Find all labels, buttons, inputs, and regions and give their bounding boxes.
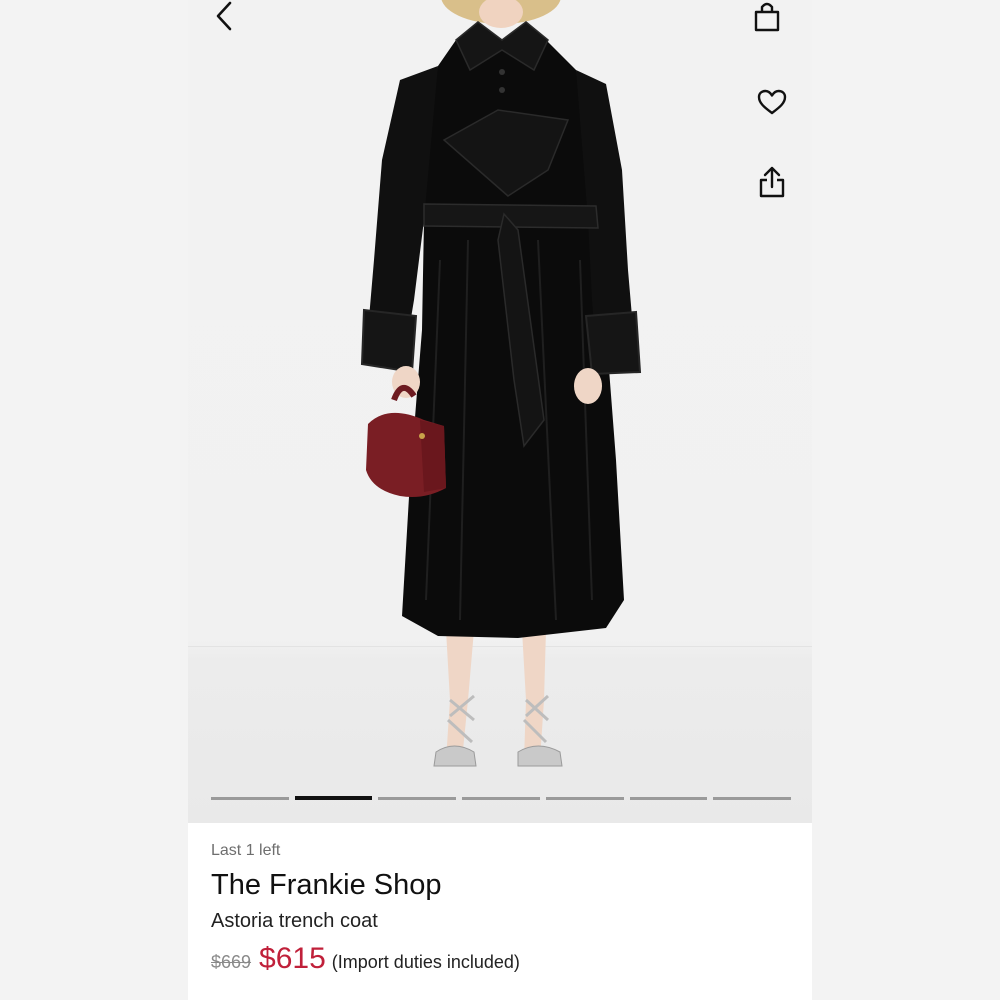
share-button[interactable] — [752, 162, 792, 202]
right-sandal — [517, 745, 563, 767]
favorite-button[interactable] — [752, 82, 792, 122]
price-note: (Import duties included) — [331, 952, 520, 972]
back-button[interactable] — [204, 0, 244, 36]
price-row: $669 $615 (Import duties included) — [211, 942, 791, 976]
left-sandal — [433, 745, 477, 767]
button-1 — [499, 69, 505, 75]
original-price: $669 — [211, 952, 252, 972]
carousel-indicator-active[interactable] — [294, 796, 373, 800]
carousel-indicator[interactable] — [629, 797, 708, 800]
product-info: Last 1 left The Frankie Shop Astoria tre… — [211, 840, 791, 976]
carousel-indicators[interactable] — [211, 796, 792, 801]
share-icon — [759, 166, 785, 198]
shopping-bag-button[interactable] — [747, 0, 787, 36]
left-margin — [0, 0, 188, 1000]
sale-price: $615 — [259, 942, 326, 975]
product-photo — [360, 0, 642, 767]
product-image-gallery[interactable] — [188, 0, 812, 823]
heart-icon — [757, 89, 787, 115]
product-page: Last 1 left The Frankie Shop Astoria tre… — [188, 0, 812, 1000]
chevron-left-icon — [216, 1, 232, 31]
right-cuff — [584, 310, 642, 376]
model-right-hand — [574, 368, 602, 404]
carousel-indicator[interactable] — [378, 797, 457, 800]
product-name: Astoria trench coat — [211, 910, 378, 932]
carousel-indicator[interactable] — [545, 797, 624, 800]
handbag-clasp — [419, 433, 425, 439]
button-2 — [499, 87, 505, 93]
model-chin — [479, 0, 523, 28]
brand-name[interactable]: The Frankie Shop — [211, 868, 791, 902]
left-cuff — [360, 308, 418, 374]
stock-status: Last 1 left — [211, 842, 281, 859]
shopping-bag-icon — [754, 2, 780, 32]
handbag-flap — [420, 420, 446, 492]
carousel-indicator[interactable] — [713, 797, 792, 800]
carousel-indicator[interactable] — [462, 797, 540, 800]
right-margin — [812, 0, 1000, 1000]
carousel-indicator[interactable] — [211, 797, 289, 800]
